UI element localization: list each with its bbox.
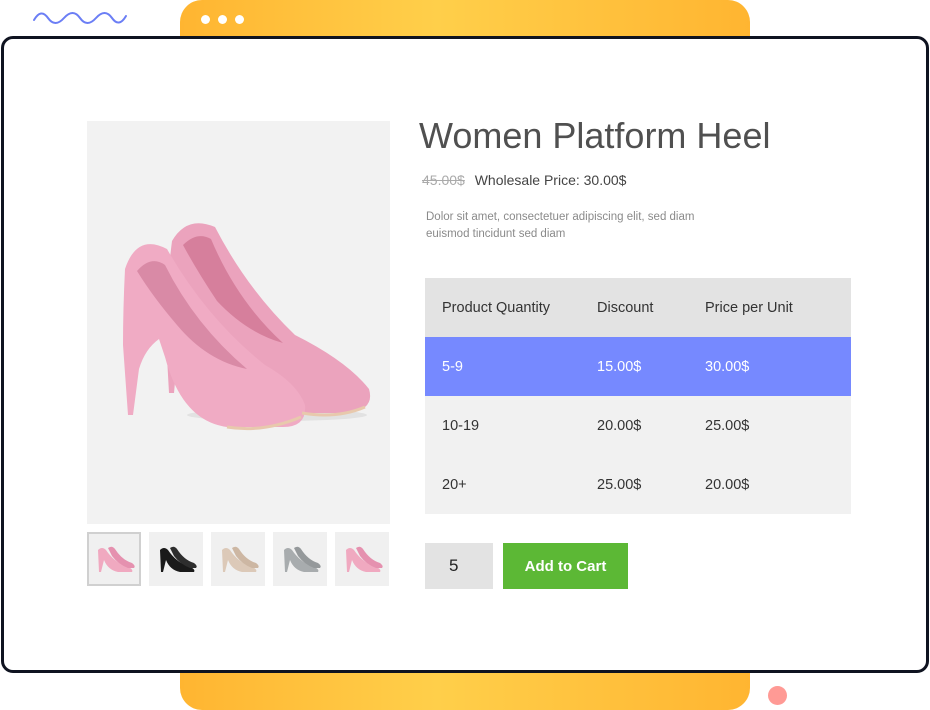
add-to-cart-button[interactable]: Add to Cart xyxy=(503,543,628,589)
table-row[interactable]: 20+ 25.00$ 20.00$ xyxy=(425,455,851,514)
thumbnail-gallery xyxy=(87,532,389,586)
column-header: Product Quantity xyxy=(442,299,550,316)
discount-cell: 15.00$ xyxy=(597,358,642,375)
table-header-row: Product Quantity Discount Price per Unit xyxy=(425,278,851,337)
pink-heel-thumbnail-icon xyxy=(346,546,383,572)
product-title: Women Platform Heel xyxy=(419,115,771,156)
wave-decoration xyxy=(33,12,127,24)
dot-icon xyxy=(218,15,227,24)
pink-heel-icon xyxy=(123,223,371,431)
window-dots xyxy=(201,15,244,24)
table-row[interactable]: 5-9 15.00$ 30.00$ xyxy=(425,337,851,396)
price-cell: 20.00$ xyxy=(705,476,750,493)
thumbnail-1[interactable] xyxy=(87,532,141,586)
discount-cell: 20.00$ xyxy=(597,417,642,434)
wholesale-price: Wholesale Price: 30.00$ xyxy=(474,172,627,188)
quantity-cell: 5-9 xyxy=(442,358,463,375)
price-cell: 25.00$ xyxy=(705,417,750,434)
pink-heel-thumbnail-icon xyxy=(98,546,135,572)
dot-icon xyxy=(235,15,244,24)
discount-cell: 25.00$ xyxy=(597,476,642,493)
silver-heel-thumbnail-icon xyxy=(284,546,321,572)
column-header: Price per Unit xyxy=(705,299,793,316)
thumbnail-5[interactable] xyxy=(335,532,389,586)
table-row[interactable]: 10-19 20.00$ 25.00$ xyxy=(425,396,851,455)
quantity-input[interactable] xyxy=(425,543,493,589)
thumbnail-2[interactable] xyxy=(149,532,203,586)
dot-icon xyxy=(201,15,210,24)
quantity-cell: 20+ xyxy=(442,476,467,493)
product-window: Women Platform Heel 45.00$ Wholesale Pri… xyxy=(1,36,929,673)
pink-circle-decoration xyxy=(768,686,787,705)
pricing-table: Product Quantity Discount Price per Unit… xyxy=(425,278,851,514)
thumbnail-3[interactable] xyxy=(211,532,265,586)
price-row: 45.00$ Wholesale Price: 30.00$ xyxy=(422,172,626,188)
column-header: Discount xyxy=(597,299,654,316)
old-price: 45.00$ xyxy=(422,172,465,188)
quantity-cell: 10-19 xyxy=(442,417,480,434)
black-heel-thumbnail-icon xyxy=(160,546,197,572)
main-product-image xyxy=(87,121,390,524)
thumbnail-4[interactable] xyxy=(273,532,327,586)
price-cell: 30.00$ xyxy=(705,358,750,375)
product-description: Dolor sit amet, consectetuer adipiscing … xyxy=(426,211,695,240)
beige-heel-thumbnail-icon xyxy=(222,546,259,572)
